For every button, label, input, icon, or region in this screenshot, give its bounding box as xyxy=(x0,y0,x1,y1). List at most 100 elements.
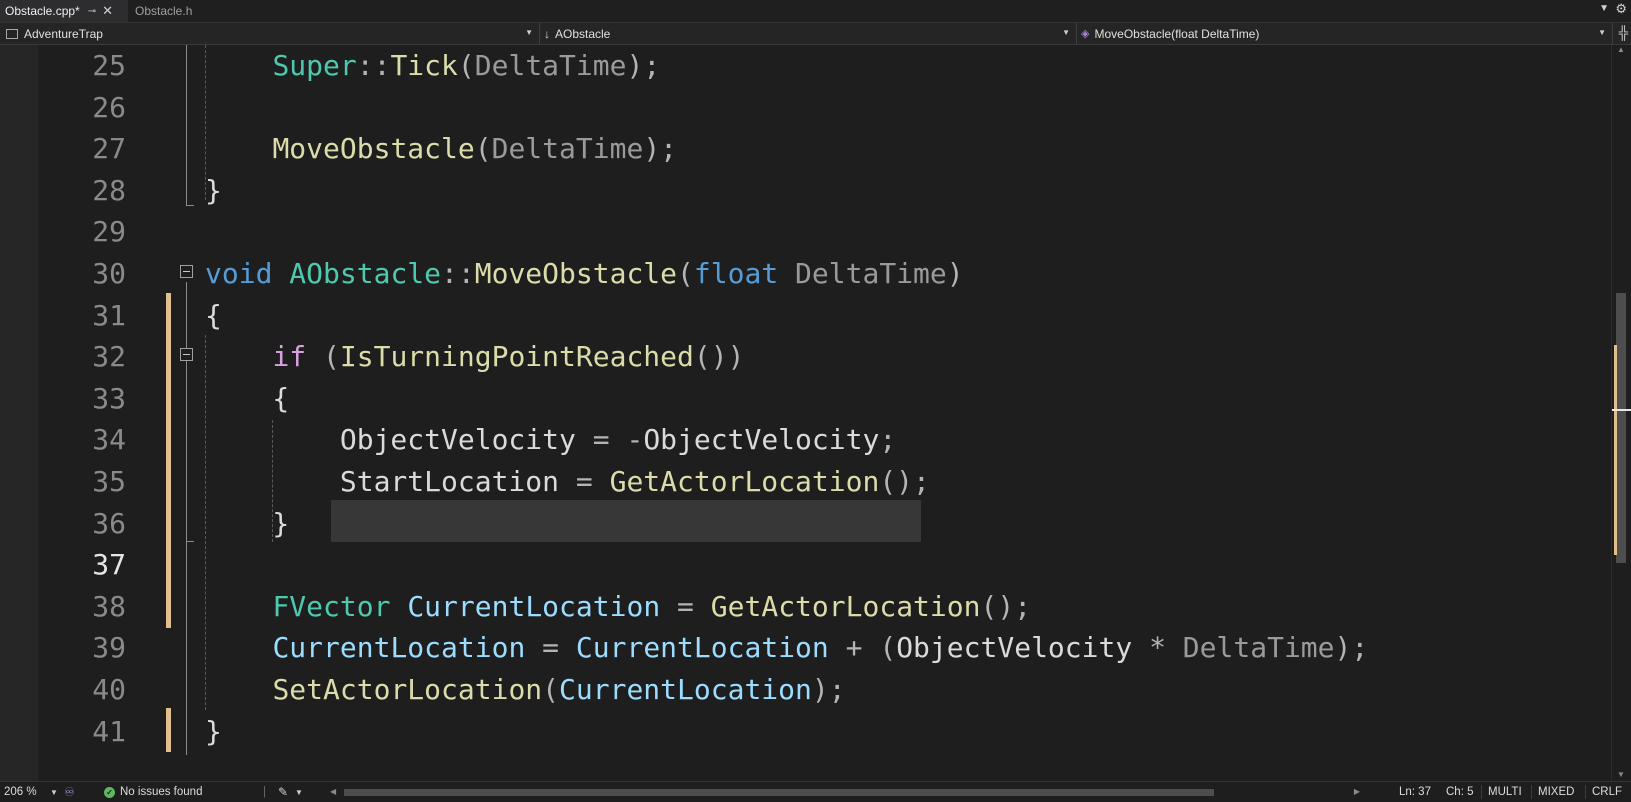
horizontal-scrollbar[interactable]: ◀ ▶ xyxy=(330,782,1360,802)
chevron-down-icon[interactable]: ▼ xyxy=(50,782,58,802)
code-token: CurrentLocation xyxy=(559,673,812,706)
tab-label: Obstacle.h xyxy=(135,4,193,18)
line-number: 29 xyxy=(92,215,126,249)
code-token: ( xyxy=(677,257,694,290)
code-token: ); xyxy=(643,132,678,166)
code-token: ); xyxy=(1334,631,1369,665)
project-dropdown[interactable]: AdventureTrap ▼ xyxy=(0,23,540,44)
code-token: SetActorLocation xyxy=(272,673,543,706)
code-text: ObjectVelocity = -ObjectVelocity; xyxy=(205,418,896,461)
code-token: CurrentLocation xyxy=(407,589,661,623)
chevron-down-icon: ▼ xyxy=(525,28,533,37)
tab-list-dropdown-icon[interactable]: ▼ xyxy=(1599,3,1609,14)
code-token: ); xyxy=(626,49,661,82)
code-line[interactable]: 37 xyxy=(0,543,1612,586)
vertical-scrollbar[interactable]: ▲ ▼ xyxy=(1611,45,1631,781)
code-line[interactable]: 27 MoveObstacle(DeltaTime); xyxy=(0,127,1612,170)
document-tab-bar: Obstacle.cpp* ⊸ ✕ Obstacle.h ▼ ⚙ xyxy=(0,0,1631,23)
code-token: = xyxy=(575,465,593,498)
line-ending-indicator[interactable]: CRLF xyxy=(1592,782,1622,802)
scroll-down-icon[interactable]: ▼ xyxy=(1617,770,1625,779)
editor-status-bar: 206 % ▼ ♾ ✓ No issues found | ✎ ▼ ◀ ▶ Ln… xyxy=(0,781,1631,802)
intellisense-icon[interactable]: ♾ xyxy=(64,782,75,802)
scroll-left-icon[interactable]: ◀ xyxy=(330,787,336,796)
code-token: = xyxy=(677,589,694,623)
issues-text: No issues found xyxy=(120,786,203,798)
issues-indicator[interactable]: ✓ No issues found xyxy=(104,782,202,802)
code-line[interactable]: 29 xyxy=(0,210,1612,253)
split-window-icon[interactable]: ╬ xyxy=(1619,25,1628,40)
scroll-right-icon[interactable]: ▶ xyxy=(1354,787,1360,796)
code-line[interactable]: 28} xyxy=(0,169,1612,212)
code-line[interactable]: 32 if (IsTurningPointReached()) xyxy=(0,335,1612,378)
code-token: } xyxy=(205,506,290,540)
code-cleanup-icon[interactable]: ✎ xyxy=(278,782,288,802)
scroll-up-icon[interactable]: ▲ xyxy=(1617,45,1625,54)
code-token: float xyxy=(693,257,779,290)
line-number: 41 xyxy=(92,714,126,748)
code-token: ObjectVelocity xyxy=(643,423,880,457)
code-line[interactable]: 36 } xyxy=(0,502,1612,545)
member-dropdown[interactable]: ◈ MoveObstacle(float DeltaTime) ▼ xyxy=(1077,23,1613,44)
gear-icon[interactable]: ⚙ xyxy=(1615,1,1627,17)
separator xyxy=(1531,785,1532,799)
chevron-down-icon[interactable]: ▼ xyxy=(295,782,303,802)
code-line[interactable]: 26 xyxy=(0,86,1612,129)
selection-mode-indicator[interactable]: MULTI xyxy=(1488,782,1522,802)
code-token: (); xyxy=(879,465,930,498)
code-text: SetActorLocation(CurrentLocation); xyxy=(205,668,846,711)
code-text: if (IsTurningPointReached()) xyxy=(205,335,744,378)
scrollbar-thumb[interactable] xyxy=(344,789,1214,796)
code-line[interactable]: 35 StartLocation = GetActorLocation(); xyxy=(0,460,1612,503)
code-token: Super xyxy=(272,49,357,82)
line-number: 27 xyxy=(92,132,126,166)
code-token: - xyxy=(626,423,644,457)
code-token: GetActorLocation xyxy=(710,589,981,623)
method-cube-icon: ◈ xyxy=(1081,28,1090,40)
close-icon[interactable]: ✕ xyxy=(102,3,113,19)
line-number: 39 xyxy=(92,631,126,665)
zoom-level[interactable]: 206 % xyxy=(4,782,37,802)
code-line[interactable]: 25 Super::Tick(DeltaTime); xyxy=(0,45,1612,87)
tabs-mode-indicator[interactable]: MIXED xyxy=(1538,782,1574,802)
code-line[interactable]: 41} xyxy=(0,710,1612,753)
separator: | xyxy=(263,786,266,798)
pin-icon[interactable]: ⊸ xyxy=(88,6,96,17)
code-line[interactable]: 40 SetActorLocation(CurrentLocation); xyxy=(0,668,1612,711)
code-line[interactable]: 31 { xyxy=(0,294,1612,337)
scrollbar-thumb[interactable] xyxy=(1616,293,1626,563)
code-token: ( xyxy=(879,631,897,665)
code-line[interactable]: 39 CurrentLocation = CurrentLocation + (… xyxy=(0,626,1612,669)
tab-obstacle-h[interactable]: Obstacle.h xyxy=(129,0,233,22)
line-number: 31 xyxy=(92,298,126,332)
code-line[interactable]: 38 FVector CurrentLocation = GetActorLoc… xyxy=(0,585,1612,628)
class-dropdown[interactable]: ↓ AObstacle ▼ xyxy=(540,23,1077,44)
code-token: MoveObstacle xyxy=(474,257,678,290)
code-token: { xyxy=(205,298,222,332)
code-editor[interactable]: 25 Super::Tick(DeltaTime); 26 27 MoveObsta… xyxy=(0,45,1612,781)
code-line[interactable]: 34 ObjectVelocity = -ObjectVelocity; xyxy=(0,418,1612,461)
code-token: (); xyxy=(980,589,1032,623)
code-line[interactable]: 33 { xyxy=(0,377,1612,420)
tab-obstacle-cpp[interactable]: Obstacle.cpp* ⊸ ✕ xyxy=(0,0,128,22)
column-indicator[interactable]: Ch: 5 xyxy=(1446,782,1474,802)
chevron-down-icon: ▼ xyxy=(1598,28,1606,37)
code-token: StartLocation xyxy=(339,465,560,498)
code-line[interactable]: 30 void AObstacle::MoveObstacle(float Del… xyxy=(0,252,1612,295)
code-token: AObstacle xyxy=(289,257,442,290)
code-text: } xyxy=(205,502,289,545)
line-number: 34 xyxy=(92,423,126,457)
class-name: AObstacle xyxy=(555,26,611,41)
code-token: :: xyxy=(356,49,391,82)
line-number-indicator[interactable]: Ln: 37 xyxy=(1399,782,1431,802)
code-token: ); xyxy=(811,673,846,706)
